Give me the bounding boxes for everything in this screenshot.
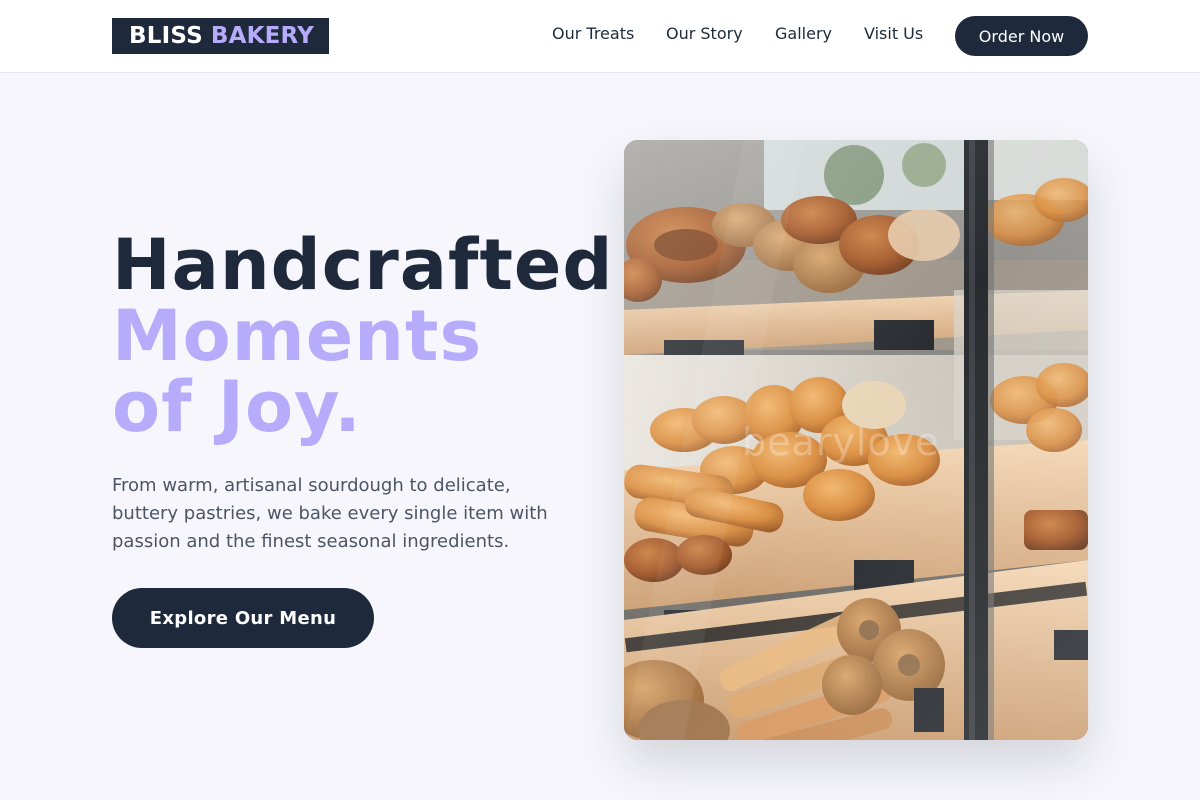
order-now-button[interactable]: Order Now	[955, 16, 1088, 56]
hero-description: From warm, artisanal sourdough to delica…	[112, 475, 548, 552]
hero-title-line1: Handcrafted	[112, 224, 614, 306]
site-header: BLISS BAKERY Our Treats Our Story Galler…	[0, 0, 1200, 73]
nav-link-our-treats[interactable]: Our Treats	[552, 24, 634, 43]
hero-title: Handcrafted Moments of Joy.	[112, 230, 614, 443]
explore-menu-button[interactable]: Explore Our Menu	[112, 588, 374, 648]
hero-title-line2: Moments	[112, 295, 483, 377]
brand-name-part1: BLISS	[129, 22, 203, 49]
hero-title-line3: of Joy.	[112, 366, 362, 448]
nav-link-our-story[interactable]: Our Story	[666, 24, 743, 43]
image-watermark: bearylove	[742, 420, 940, 464]
nav-link-gallery[interactable]: Gallery	[775, 24, 832, 43]
nav-link-visit-us[interactable]: Visit Us	[864, 24, 923, 43]
brand-logo[interactable]: BLISS BAKERY	[112, 18, 330, 54]
hero-image: bearylove	[624, 140, 1088, 740]
brand-name-part2: BAKERY	[210, 22, 315, 49]
